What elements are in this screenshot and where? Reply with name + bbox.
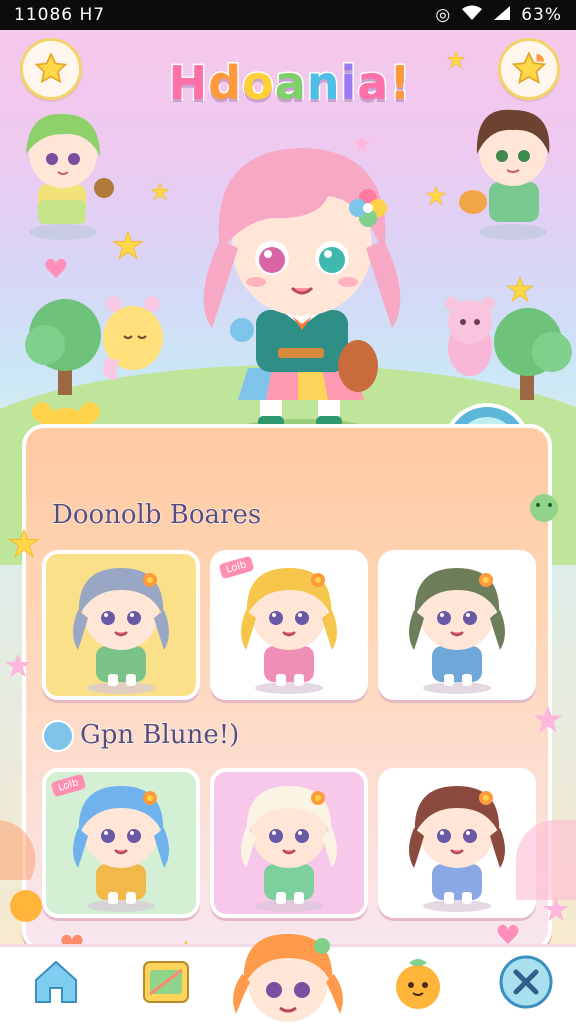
- status-time: 11086 H7: [14, 5, 106, 25]
- rewards-button[interactable]: [498, 38, 560, 100]
- green-hair-chibi: [26, 113, 114, 240]
- section-title-1: Doonolb Boares: [51, 500, 262, 531]
- character-card[interactable]: [210, 768, 368, 918]
- close-button[interactable]: [496, 952, 556, 1012]
- featured-character[interactable]: [168, 130, 438, 440]
- character-button[interactable]: [218, 924, 358, 1024]
- character-card[interactable]: [42, 550, 200, 700]
- character-card[interactable]: Lolb: [210, 550, 368, 700]
- star-icon: [34, 52, 68, 84]
- chibi-portrait: [409, 786, 505, 912]
- album-button[interactable]: [136, 952, 196, 1012]
- brown-hair-chibi: [459, 109, 550, 240]
- pet-button[interactable]: [388, 952, 448, 1012]
- chibi-portrait: [73, 786, 169, 912]
- battery-level: 63%: [521, 5, 562, 25]
- home-button[interactable]: [26, 952, 86, 1012]
- character-icon: [233, 934, 343, 1022]
- chibi-portrait: [409, 568, 505, 694]
- close-icon: [499, 955, 553, 1009]
- star-button[interactable]: [20, 38, 82, 100]
- globe-icon: [42, 720, 74, 752]
- pet-icon: [396, 959, 440, 1009]
- character-card[interactable]: [378, 550, 536, 700]
- alarm-icon: ◎: [435, 5, 452, 25]
- chibi-portrait: [241, 786, 337, 912]
- game-title: Hdoania!: [167, 55, 412, 112]
- wifi-icon: [461, 5, 483, 26]
- chibi-portrait: [241, 568, 337, 694]
- character-card[interactable]: [378, 768, 536, 918]
- yellow-bunny-creature: [102, 296, 163, 380]
- game-screen: 11086 H7 ◎ 63% Hdoania! Doonolb Boares G…: [0, 0, 576, 1024]
- pink-bear-creature: [445, 297, 495, 376]
- chibi-portrait: [73, 568, 169, 694]
- status-icons: ◎ 63%: [435, 5, 562, 26]
- signal-icon: [493, 5, 511, 26]
- character-card[interactable]: Lolb: [42, 768, 200, 918]
- card-album-icon: [143, 961, 189, 1003]
- section-title-2: Gpn Blune!): [42, 720, 240, 752]
- status-bar: 11086 H7 ◎ 63%: [0, 0, 576, 30]
- home-icon: [35, 960, 77, 1003]
- star-badge-icon: [511, 51, 547, 85]
